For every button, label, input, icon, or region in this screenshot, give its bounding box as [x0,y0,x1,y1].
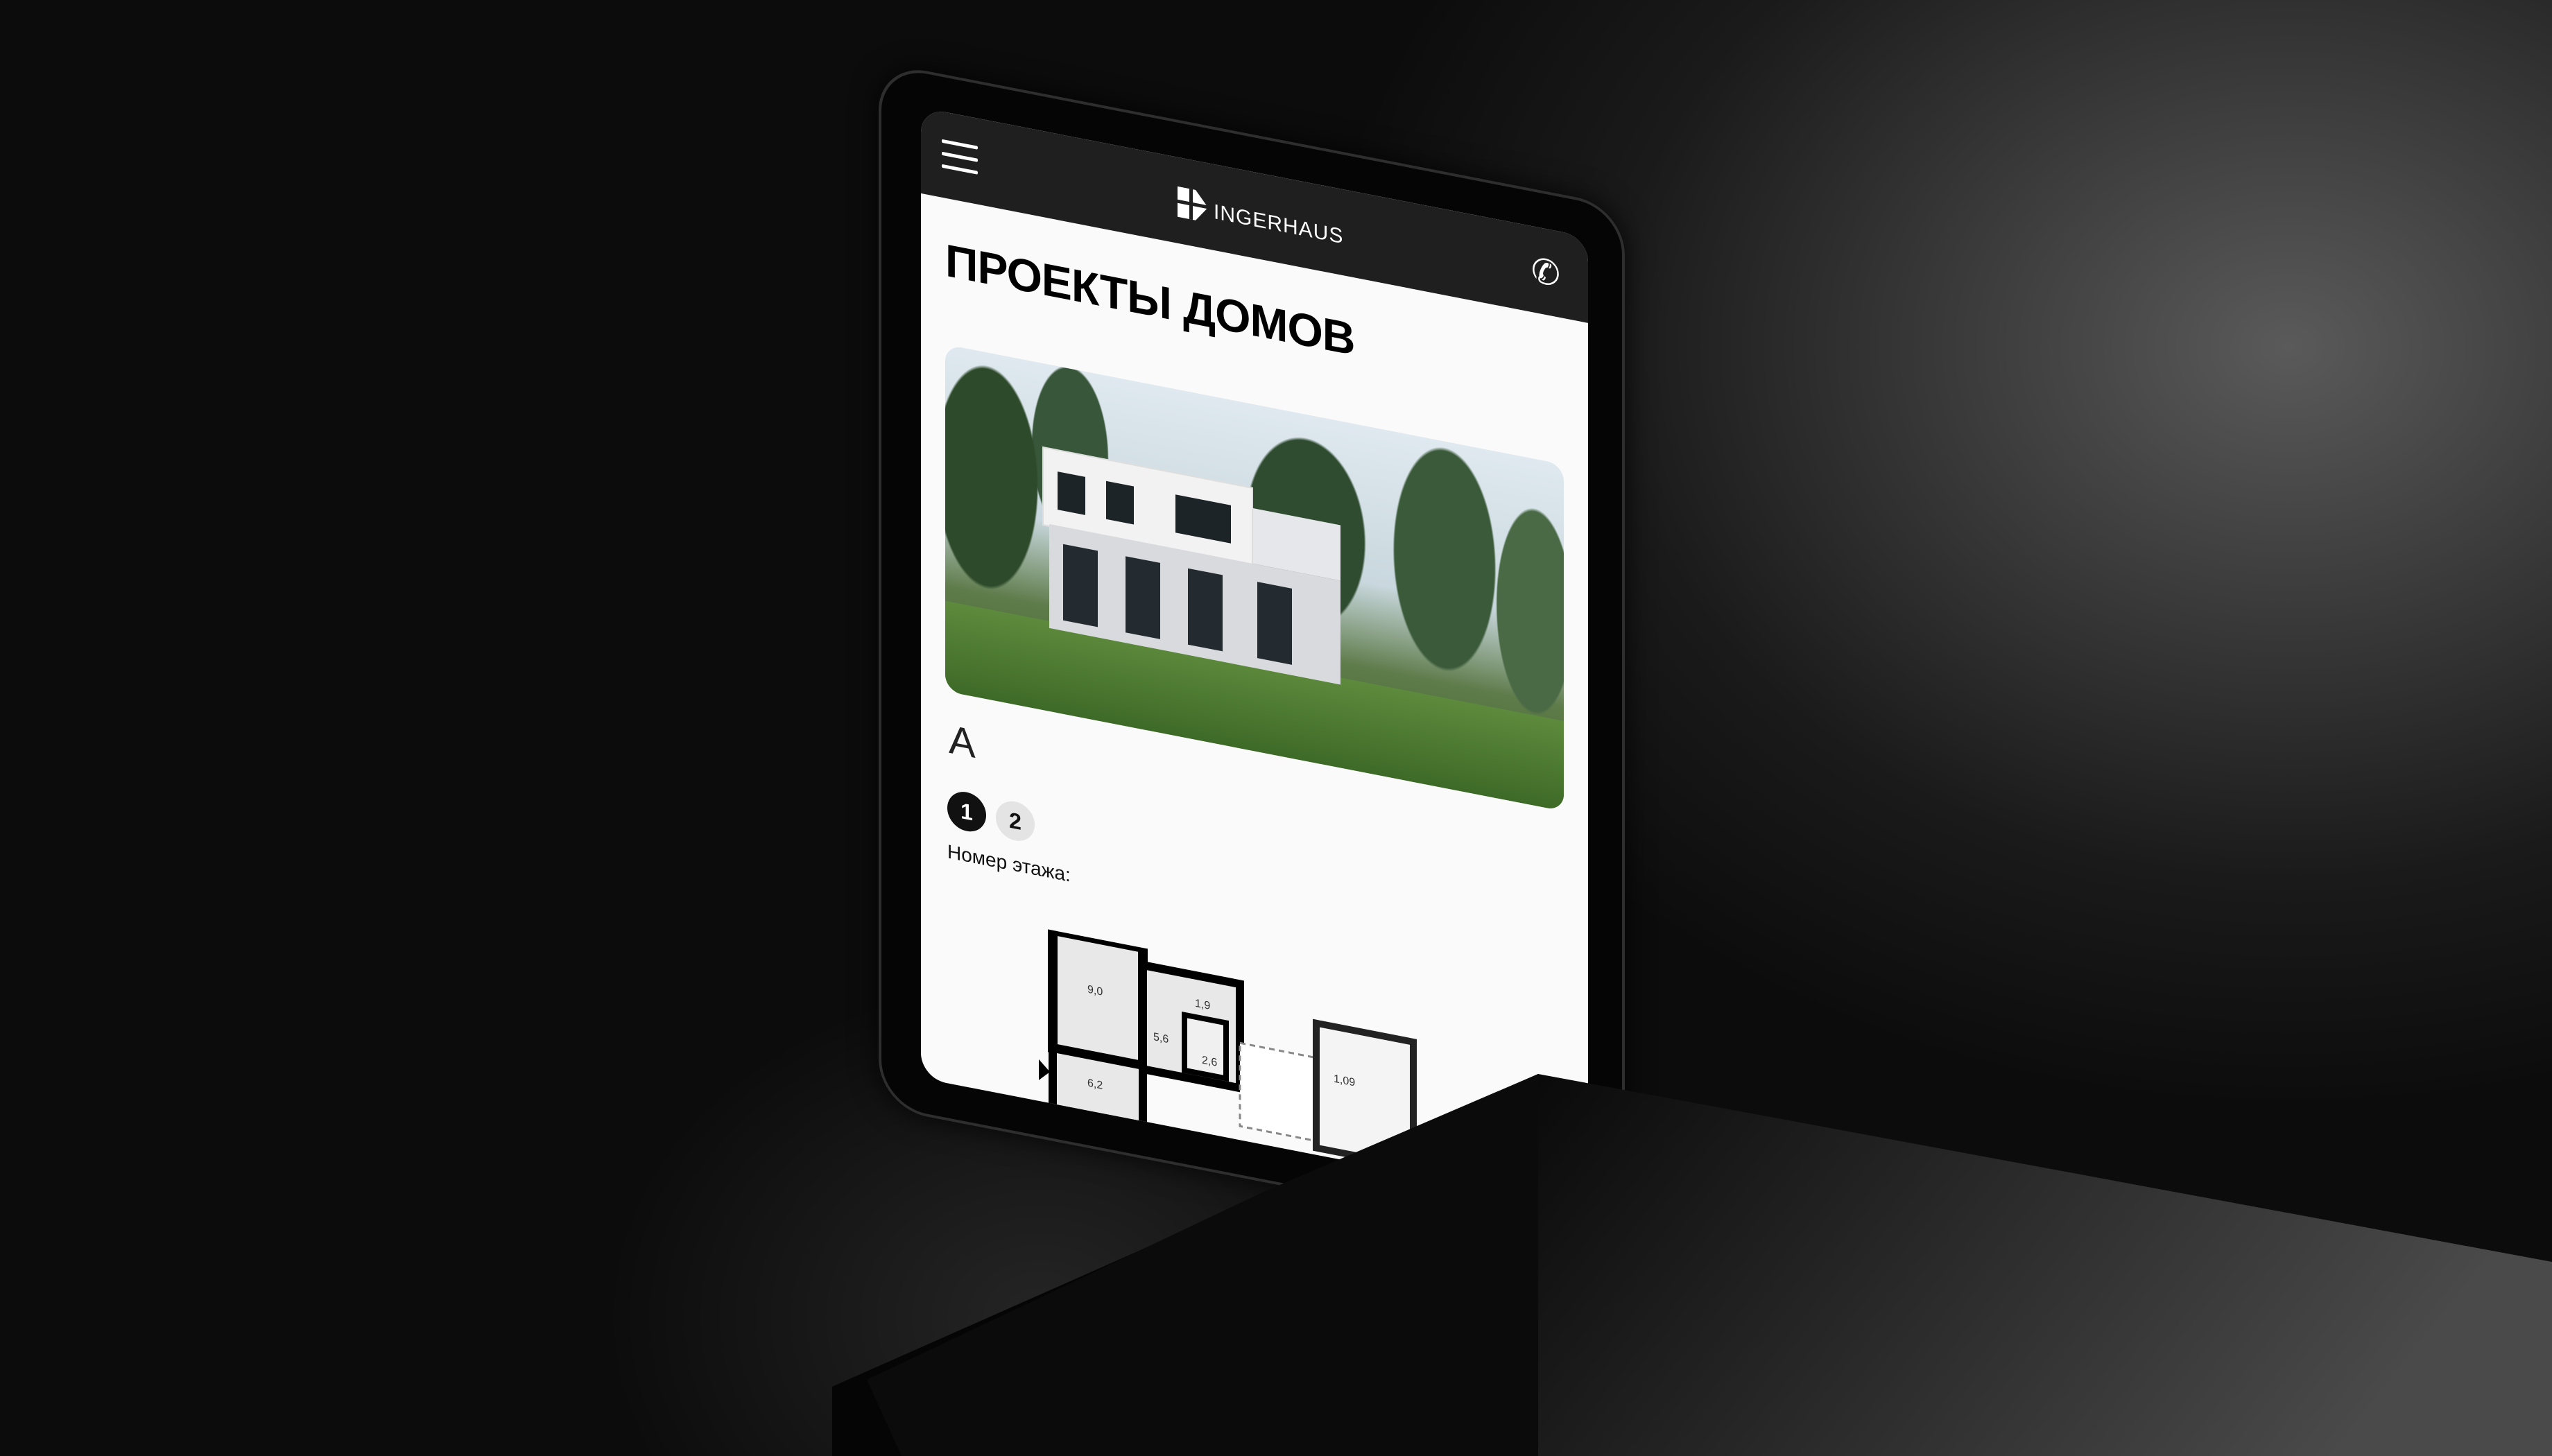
foreground-block [832,1074,2552,1456]
